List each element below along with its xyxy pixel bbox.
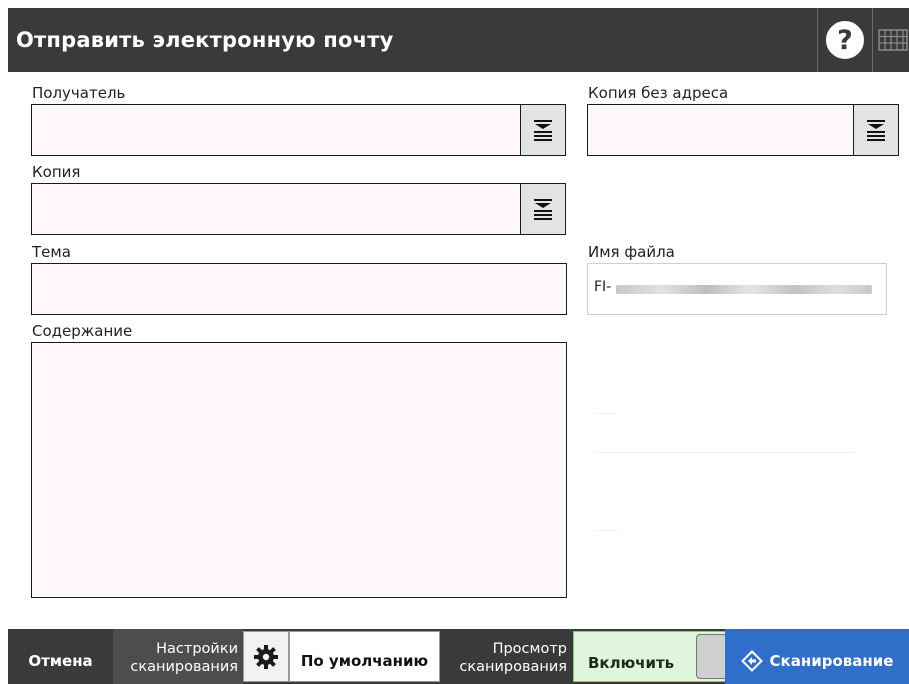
scan-label: Сканирование: [769, 651, 894, 670]
bcc-address-list-button[interactable]: [853, 104, 899, 156]
enable-label: Включить: [588, 654, 675, 672]
scan-preview-label-2: сканирования: [459, 659, 567, 675]
title-bar-area: Отправить электронную почту ?: [0, 0, 909, 72]
body-label: Содержание: [32, 322, 133, 340]
scan-preview-group[interactable]: Просмотр сканирования: [440, 629, 573, 684]
diamond-arrow-icon: [740, 649, 763, 672]
cancel-label: Отмена: [28, 651, 93, 670]
keyboard-icon: [878, 29, 908, 51]
title-bar: Отправить электронную почту ?: [8, 8, 909, 72]
preview-enable-toggle[interactable]: Включить: [573, 631, 733, 682]
address-list-icon: [534, 120, 552, 141]
bottom-toolbar: Отмена Настройки сканирования По умолчан…: [0, 629, 909, 684]
address-list-icon: [534, 199, 552, 220]
body-textarea[interactable]: [31, 342, 567, 598]
to-label: Получатель: [32, 84, 126, 102]
to-field[interactable]: [31, 104, 521, 156]
bcc-field[interactable]: [587, 104, 854, 156]
filename-label: Имя файла: [588, 243, 675, 261]
page-title: Отправить электронную почту: [16, 28, 394, 52]
default-settings-button[interactable]: По умолчанию: [289, 631, 440, 682]
cc-field[interactable]: [31, 183, 521, 235]
default-label: По умолчанию: [300, 651, 429, 670]
cc-label: Копия: [32, 163, 81, 181]
help-button[interactable]: ?: [818, 8, 872, 72]
scan-settings-label-1: Настройки: [156, 641, 238, 657]
cc-address-list-button[interactable]: [520, 183, 566, 235]
scan-button[interactable]: Сканирование: [725, 629, 909, 684]
filename-prefix: FI-: [594, 279, 612, 295]
scan-settings-label-2: сканирования: [130, 659, 238, 675]
keyboard-button[interactable]: [872, 8, 909, 72]
filename-redacted: [616, 285, 872, 294]
filename-field[interactable]: FI-: [587, 263, 887, 315]
to-address-list-button[interactable]: [520, 104, 566, 156]
address-list-icon: [867, 120, 885, 141]
faint-mark: [595, 413, 615, 414]
faint-mark: [595, 452, 855, 453]
scan-settings-group[interactable]: Настройки сканирования: [113, 629, 243, 684]
gear-icon: [254, 644, 278, 669]
question-icon: ?: [826, 21, 864, 59]
faint-mark: [595, 530, 619, 531]
cancel-button[interactable]: Отмена: [8, 629, 113, 684]
help-glyph: ?: [837, 24, 853, 56]
scan-settings-button[interactable]: [243, 631, 289, 682]
toggle-knob[interactable]: [696, 634, 728, 679]
subject-field[interactable]: [31, 263, 567, 315]
scan-preview-label-1: Просмотр: [492, 641, 567, 657]
subject-label: Тема: [32, 243, 71, 261]
bcc-label: Копия без адреса: [588, 84, 729, 102]
